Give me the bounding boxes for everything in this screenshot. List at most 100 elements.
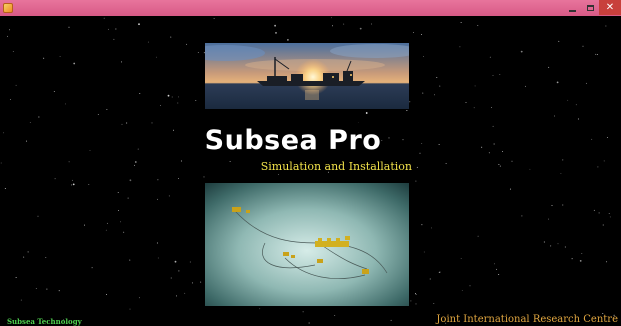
star xyxy=(168,195,170,197)
star xyxy=(167,94,170,97)
star xyxy=(564,246,566,248)
star xyxy=(438,144,440,146)
star xyxy=(595,53,597,55)
minimize-button[interactable] xyxy=(563,0,581,15)
star xyxy=(84,224,85,226)
maximize-icon xyxy=(586,4,594,11)
star xyxy=(481,146,483,148)
star xyxy=(591,138,593,140)
star xyxy=(597,54,598,56)
star xyxy=(68,161,70,163)
splash-window: ✕ Subsea Pro Simulation and Installation… xyxy=(0,0,621,326)
star xyxy=(598,212,600,214)
star xyxy=(609,216,611,218)
star xyxy=(499,165,501,167)
star xyxy=(371,23,373,25)
star xyxy=(137,148,139,150)
star xyxy=(477,25,479,26)
star xyxy=(423,251,425,253)
maximize-button[interactable] xyxy=(581,0,599,15)
star xyxy=(184,292,186,294)
star xyxy=(381,140,383,142)
star xyxy=(229,160,231,162)
star xyxy=(415,303,417,305)
star xyxy=(562,159,564,161)
star xyxy=(88,183,90,185)
star xyxy=(474,85,476,87)
star xyxy=(213,18,215,19)
star xyxy=(120,221,122,223)
star xyxy=(431,227,433,229)
star xyxy=(436,77,438,79)
star xyxy=(27,251,29,253)
subsea-field-layout-image xyxy=(205,183,409,306)
star xyxy=(117,191,119,193)
star xyxy=(359,27,362,30)
star xyxy=(460,21,462,23)
star xyxy=(160,104,161,106)
star xyxy=(498,164,500,166)
star xyxy=(524,85,526,87)
star xyxy=(170,277,172,279)
star xyxy=(548,218,550,220)
star xyxy=(308,322,310,324)
star xyxy=(65,103,67,105)
star xyxy=(499,74,501,76)
star xyxy=(113,38,115,40)
star xyxy=(585,82,587,84)
star xyxy=(121,61,123,63)
star xyxy=(71,184,73,186)
star xyxy=(422,92,424,94)
star xyxy=(491,107,493,108)
star xyxy=(416,166,418,168)
star xyxy=(419,152,421,154)
star xyxy=(603,160,605,162)
star xyxy=(520,50,523,53)
star xyxy=(489,56,491,58)
app-icon[interactable] xyxy=(3,3,13,13)
star xyxy=(157,198,159,200)
star xyxy=(498,274,500,275)
star xyxy=(509,188,511,190)
star xyxy=(155,56,157,58)
star xyxy=(575,104,577,106)
star xyxy=(582,45,584,47)
star xyxy=(147,41,149,43)
star xyxy=(423,55,425,57)
star xyxy=(38,116,40,118)
star xyxy=(195,100,197,102)
star xyxy=(178,178,179,180)
footer-research-centre: Joint International Research Centre xyxy=(436,314,618,325)
star xyxy=(259,308,261,310)
star xyxy=(58,290,60,292)
star xyxy=(129,179,132,182)
star xyxy=(197,51,199,53)
star xyxy=(127,197,129,199)
star xyxy=(71,179,73,181)
star xyxy=(502,151,504,152)
star xyxy=(171,96,173,98)
app-title: Subsea Pro xyxy=(204,124,382,156)
star xyxy=(556,81,559,84)
star xyxy=(469,285,471,287)
star xyxy=(12,51,14,52)
star xyxy=(415,293,417,295)
star xyxy=(72,183,75,186)
star xyxy=(157,257,159,259)
star xyxy=(173,129,174,131)
star xyxy=(7,35,8,37)
star xyxy=(103,17,105,19)
title-bar[interactable]: ✕ xyxy=(0,0,621,16)
star xyxy=(156,242,158,244)
star xyxy=(413,32,414,33)
close-button[interactable]: ✕ xyxy=(599,0,621,15)
star xyxy=(439,271,441,273)
star xyxy=(521,215,523,217)
star xyxy=(180,160,182,162)
star xyxy=(511,160,513,162)
star xyxy=(529,168,531,170)
star xyxy=(302,311,304,313)
star xyxy=(415,180,417,182)
star xyxy=(439,85,441,87)
subsea-field-image xyxy=(205,183,409,306)
